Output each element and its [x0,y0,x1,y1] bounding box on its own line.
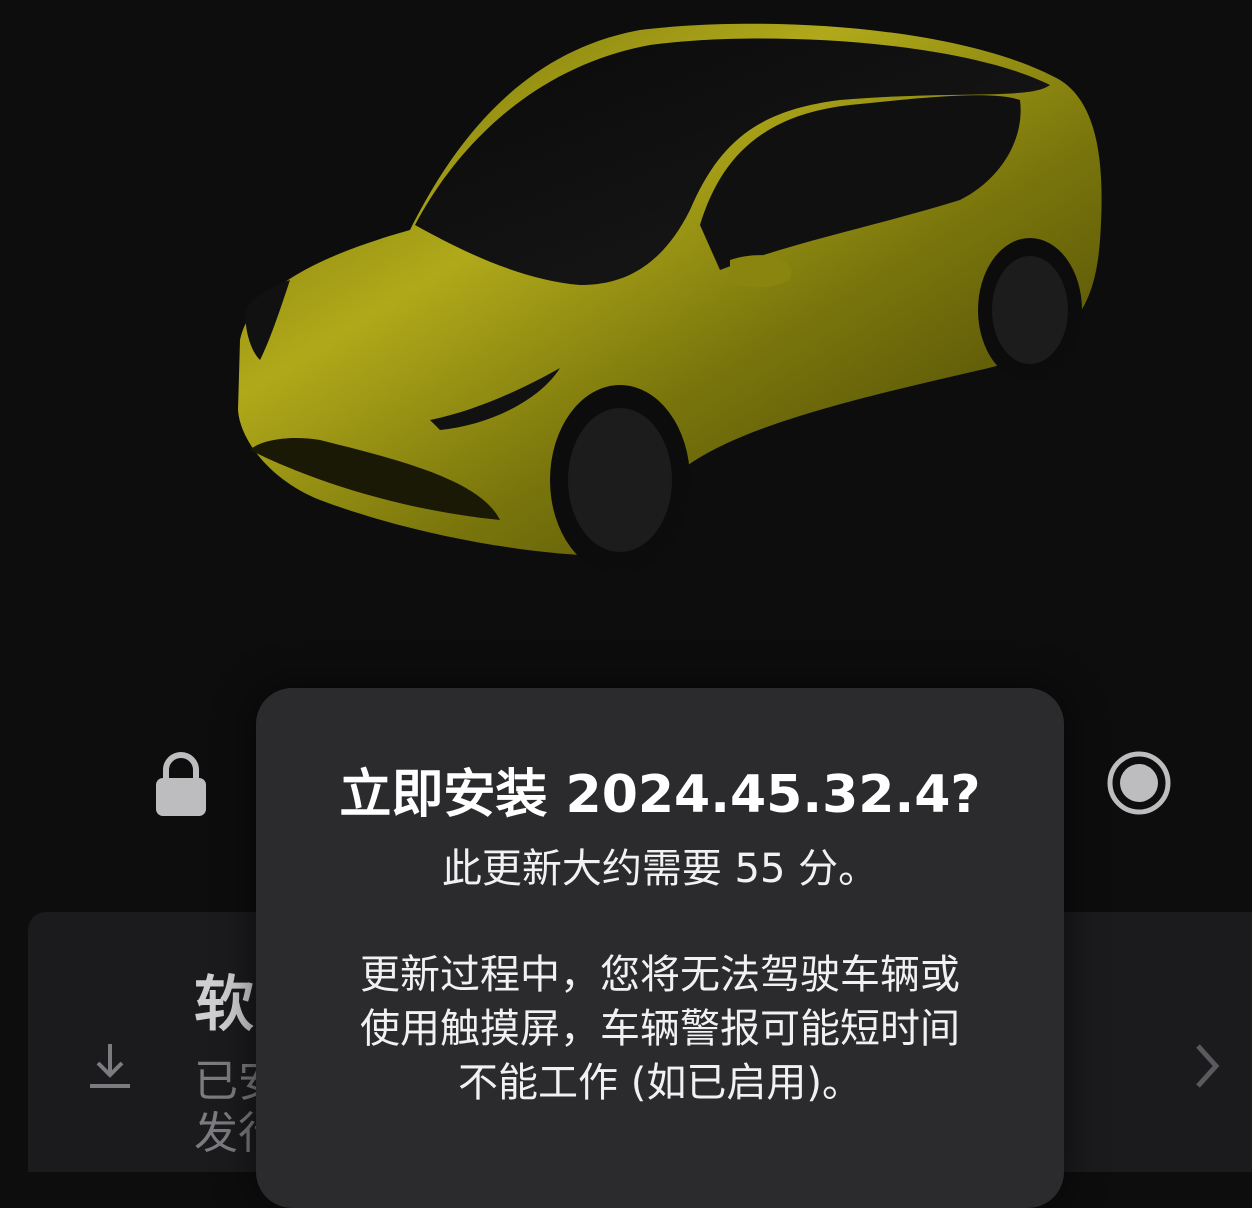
dialog-body-line-2: 使用触摸屏，车辆警报可能短时间 [360,1006,960,1052]
dialog-duration: 此更新大约需要 55 分。 [441,846,879,892]
dialog-body-line-3: 不能工作 (如已启用)。 [458,1060,862,1106]
software-card-title: 软 [194,970,254,1040]
dialog-body-line-1: 更新过程中，您将无法驾驶车辆或 [360,952,960,998]
chevron-right-icon[interactable] [1190,1040,1222,1092]
download-icon [86,1040,134,1092]
dialog-title: 立即安装 2024.45.32.4? [339,765,981,825]
vehicle-image [200,10,1120,590]
